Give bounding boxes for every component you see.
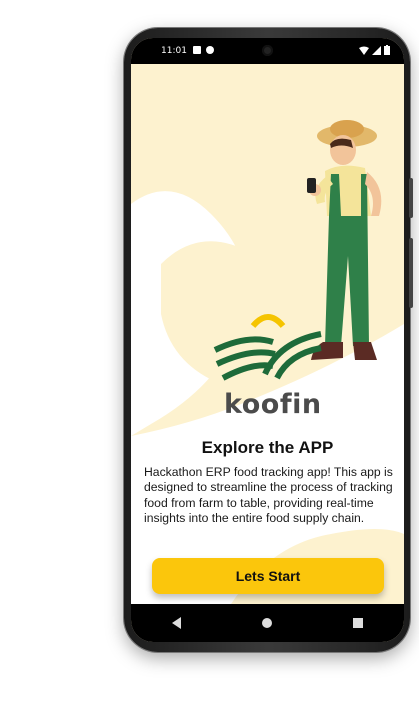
signal-icon xyxy=(372,45,381,55)
status-time: 11:01 xyxy=(161,46,187,56)
onboarding-content: koofin Explore the APP Hackathon ERP foo… xyxy=(131,64,404,604)
onboarding-description: Hackathon ERP food tracking app! This ap… xyxy=(144,465,393,526)
notification-f-icon xyxy=(206,46,214,54)
wifi-icon xyxy=(359,46,369,55)
back-icon[interactable] xyxy=(171,617,181,629)
status-icons xyxy=(359,45,390,55)
brand-name: koofin xyxy=(224,389,322,420)
onboarding-title: Explore the APP xyxy=(201,438,334,457)
app-screen: 11:01 koofin Explore the APP Hackathon E… xyxy=(131,38,404,642)
notification-a-icon xyxy=(193,46,201,54)
status-bar: 11:01 xyxy=(131,38,404,64)
home-icon[interactable] xyxy=(261,618,272,628)
lets-start-button[interactable]: Lets Start xyxy=(152,558,384,594)
front-camera xyxy=(262,45,273,56)
koofin-logo-icon xyxy=(213,314,322,381)
system-nav-bar xyxy=(131,604,404,642)
battery-icon xyxy=(384,45,390,55)
power-button xyxy=(409,178,413,218)
volume-button xyxy=(409,238,413,308)
recents-icon[interactable] xyxy=(353,618,364,628)
